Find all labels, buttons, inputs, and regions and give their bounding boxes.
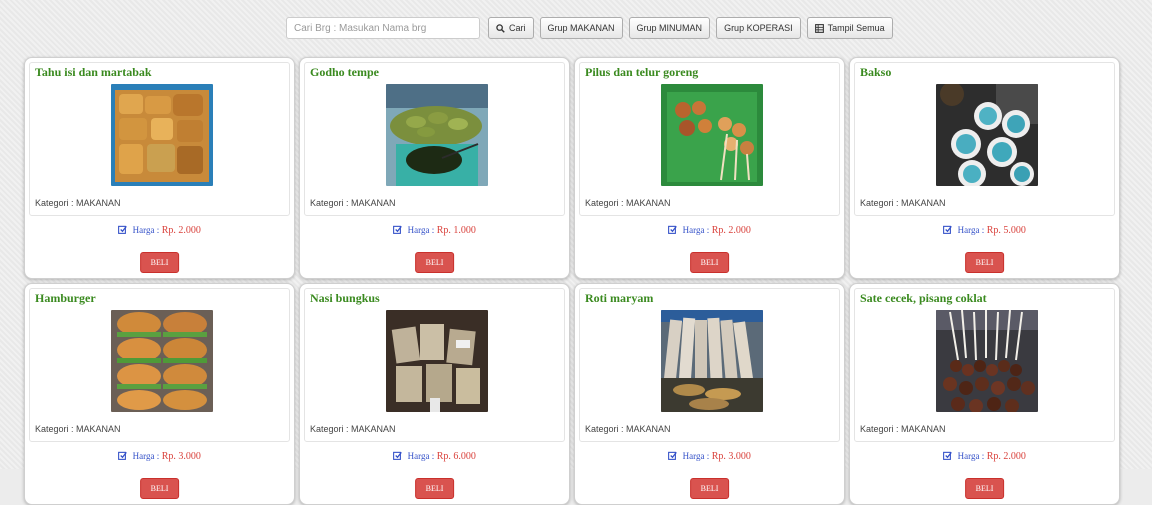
price-value: Rp. 6.000 [436,451,476,462]
buy-button[interactable]: BELI [414,252,455,273]
price-label: Harga : [682,225,710,235]
buy-button[interactable]: BELI [964,478,1005,499]
check-edit-icon [943,451,952,460]
product-name: Nasi bungkus [310,291,380,305]
buy-button[interactable]: BELI [689,478,730,499]
toolbar: Cari Grup MAKANAN Grup MINUMAN Grup KOPE… [286,17,893,39]
product-image [661,310,763,412]
price-label: Harga : [132,451,160,461]
product-image [936,84,1038,186]
product-name: Hamburger [35,291,96,305]
product-category: Kategori : MAKANAN [310,198,396,208]
product-image [386,84,488,186]
buy-button[interactable]: BELI [139,252,180,273]
check-edit-icon [118,225,127,234]
product-name: Roti maryam [585,291,654,305]
buy-button[interactable]: BELI [964,252,1005,273]
price-value: Rp. 5.000 [986,225,1026,236]
product-image [111,310,213,412]
group-minuman-button[interactable]: Grup MINUMAN [628,17,711,39]
check-edit-icon [668,225,677,234]
product-price-line: Harga : Rp. 1.000 [300,225,569,236]
price-value: Rp. 2.000 [161,225,201,236]
price-value: Rp. 1.000 [436,225,476,236]
buy-button[interactable]: BELI [139,478,180,499]
product-category: Kategori : MAKANAN [860,198,946,208]
product-card: Nasi bungkus Kategori : MAKANAN Harga : … [299,283,570,505]
check-edit-icon [118,451,127,460]
product-name: Bakso [860,65,892,79]
product-name: Sate cecek, pisang coklat [860,291,987,305]
product-price-line: Harga : Rp. 3.000 [575,451,844,462]
price-label: Harga : [407,451,435,461]
check-edit-icon [668,451,677,460]
product-name: Tahu isi dan martabak [35,65,152,79]
product-category: Kategori : MAKANAN [310,424,396,434]
search-icon [496,23,505,33]
check-edit-icon [393,451,402,460]
product-category: Kategori : MAKANAN [35,198,121,208]
show-all-button[interactable]: Tampil Semua [806,17,893,39]
group-koperasi-button[interactable]: Grup KOPERASI [716,17,801,39]
group-makanan-label: Grup MAKANAN [547,23,615,33]
price-label: Harga : [132,225,160,235]
product-price-line: Harga : Rp. 6.000 [300,451,569,462]
product-card: Roti maryam Kategori : MAKANAN Harga : R [574,283,845,505]
product-image [386,310,488,412]
check-edit-icon [393,225,402,234]
product-image [111,84,213,186]
product-card: Pilus dan telur goreng Kategori : MAKANA… [574,57,845,279]
search-input[interactable] [286,17,480,39]
product-image [661,84,763,186]
price-value: Rp. 3.000 [711,451,751,462]
list-icon [814,23,824,33]
group-makanan-button[interactable]: Grup MAKANAN [539,17,623,39]
price-label: Harga : [682,451,710,461]
price-label: Harga : [407,225,435,235]
product-name: Pilus dan telur goreng [585,65,699,79]
search-button[interactable]: Cari [488,17,534,39]
product-grid: Tahu isi dan martabak Kategori : MAKANAN… [24,57,1120,505]
price-value: Rp. 3.000 [161,451,201,462]
product-card: Sate cecek, pisang coklat Kategori: MAK… [849,283,1120,505]
product-name: Godho tempe [310,65,379,79]
search-button-label: Cari [509,23,526,33]
check-edit-icon [943,225,952,234]
product-category: Kategori : MAKANAN [860,424,946,434]
price-label: Harga : [957,451,985,461]
buy-button[interactable]: BELI [689,252,730,273]
product-price-line: Harga : Rp. 2.000 [850,451,1119,462]
buy-button[interactable]: BELI [414,478,455,499]
product-card: Godho tempe Kategori : MAKANAN Harga : R… [299,57,570,279]
price-value: Rp. 2.000 [711,225,751,236]
price-value: Rp. 2.000 [986,451,1026,462]
product-card: Hamburger Kategori : MAKANAN Harga: Rp.… [24,283,295,505]
group-minuman-label: Grup MINUMAN [636,23,703,33]
product-card: Tahu isi dan martabak Kategori : MAKANAN… [24,57,295,279]
product-category: Kategori : MAKANAN [585,424,671,434]
group-koperasi-label: Grup KOPERASI [724,23,793,33]
show-all-label: Tampil Semua [827,23,885,33]
price-label: Harga : [957,225,985,235]
product-category: Kategori : MAKANAN [35,424,121,434]
product-category: Kategori : MAKANAN [585,198,671,208]
product-price-line: Harga : Rp. 2.000 [575,225,844,236]
product-image [936,310,1038,412]
product-price-line: Harga : Rp. 2.000 [25,225,294,236]
product-card: Bakso Kategori : MAKANAN Harga : Rp. 5.0… [849,57,1120,279]
product-price-line: Harga : Rp. 3.000 [25,451,294,462]
product-price-line: Harga : Rp. 5.000 [850,225,1119,236]
